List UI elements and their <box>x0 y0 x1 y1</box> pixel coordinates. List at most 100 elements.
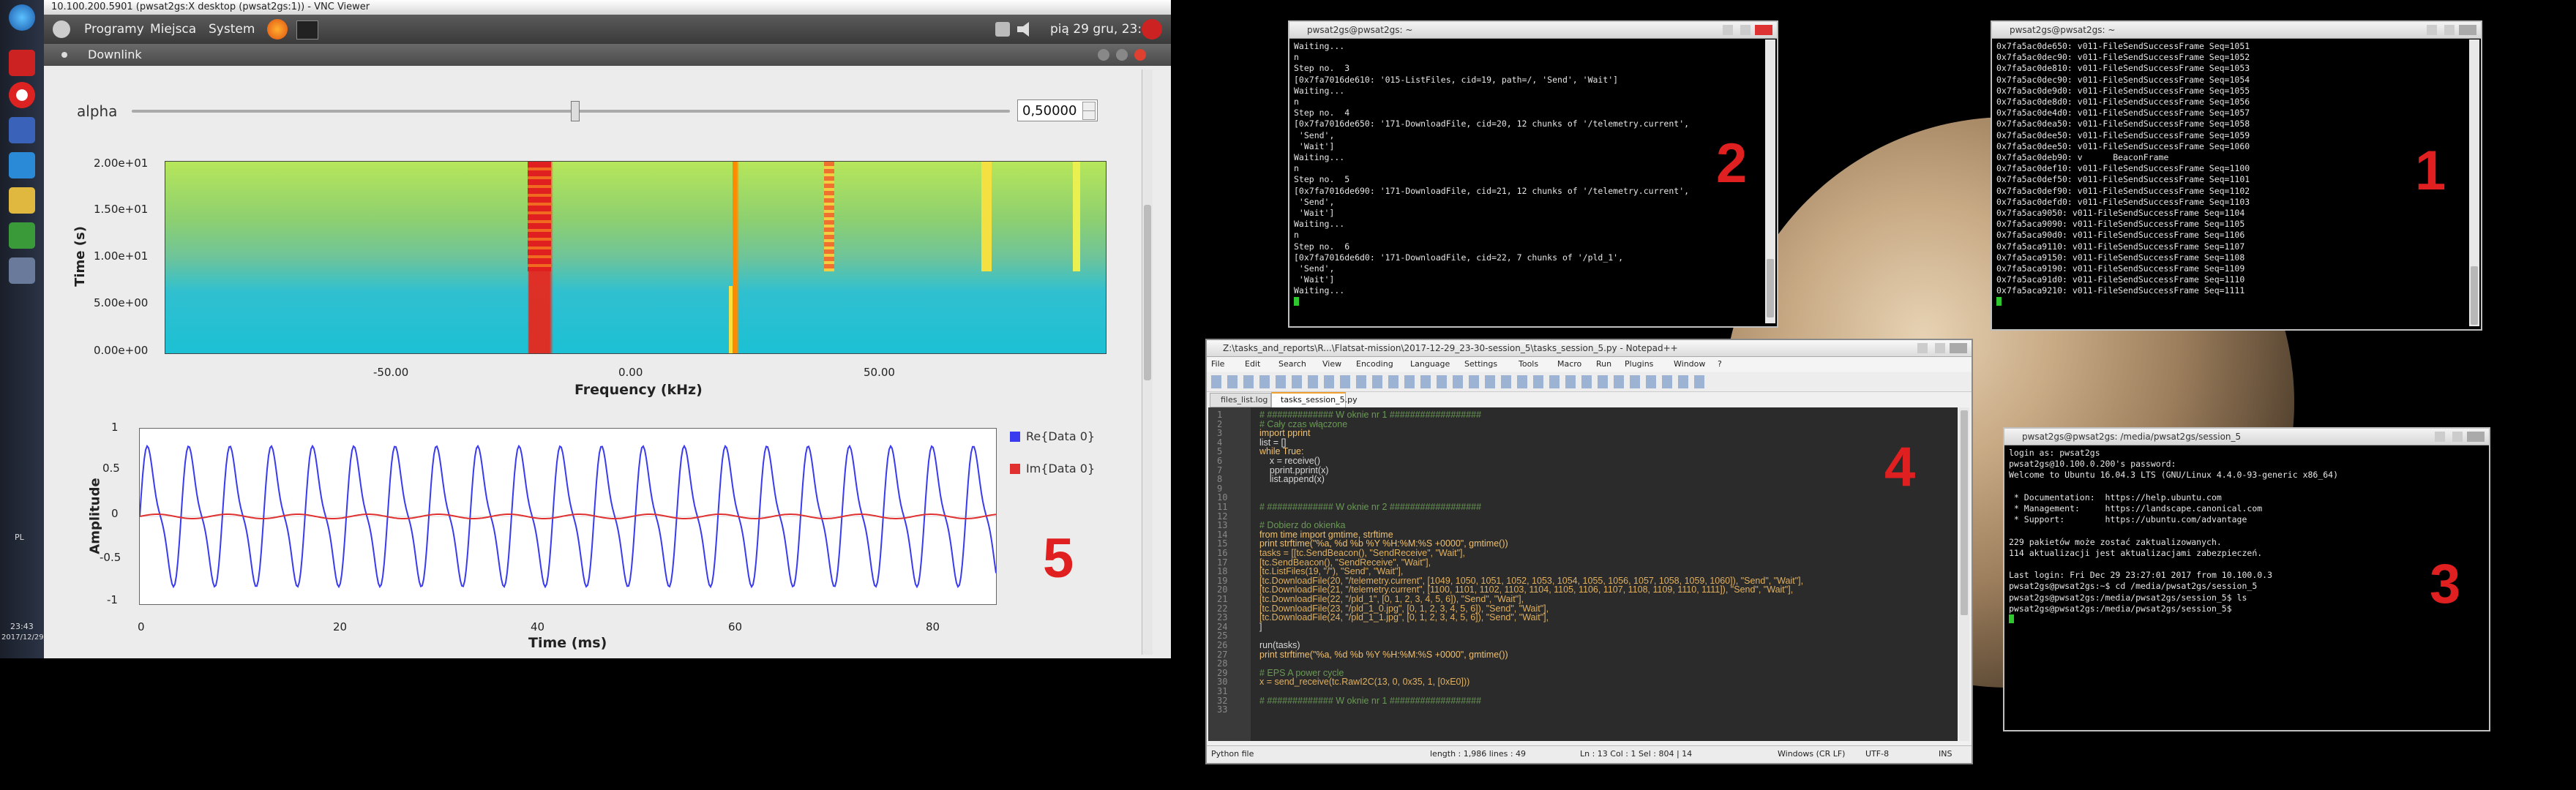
vnc-icon[interactable] <box>9 152 35 178</box>
editor-menu-plugins[interactable]: Plugins <box>1625 359 1653 369</box>
window-menu-icon[interactable] <box>61 52 67 58</box>
status-position: Ln : 13 Col : 1 Sel : 804 | 14 <box>1580 749 1693 759</box>
downlink-titlebar: Downlink <box>44 44 1171 66</box>
firefox-icon[interactable] <box>267 19 288 40</box>
menu-programy[interactable]: Programy <box>84 22 144 37</box>
minimize-icon[interactable] <box>2435 432 2445 442</box>
power-icon[interactable] <box>1142 19 1162 40</box>
legend-swatch-re <box>1010 432 1020 442</box>
terminal-line: 0x7fa5ac0de8d0: v011-FileSendSuccessFram… <box>1996 97 2250 108</box>
terminal-2-scroll-thumb[interactable] <box>1767 259 1774 317</box>
network-app-icon[interactable] <box>9 117 35 143</box>
menu-miejsca[interactable]: Miejsca <box>150 22 196 37</box>
wave-xtick: 80 <box>926 620 940 633</box>
code-line: # Cały czas włączone <box>1259 418 1348 429</box>
spreadsheet-icon[interactable] <box>9 222 35 249</box>
minimize-icon[interactable] <box>2427 25 2437 35</box>
opera-icon[interactable] <box>9 82 35 108</box>
gnome-foot-icon[interactable] <box>53 20 70 38</box>
downlink-scrollbar[interactable] <box>1142 69 1153 655</box>
downlink-scroll-thumb[interactable] <box>1144 205 1151 380</box>
terminal-1-scroll-thumb[interactable] <box>2471 266 2478 325</box>
terminal-line: Waiting... <box>1294 219 1345 230</box>
editor-menu-window[interactable]: Window <box>1674 359 1705 369</box>
editor-menu-view[interactable]: View <box>1322 359 1341 369</box>
code-lines: 1 # ############# W oknie nr 1 ##########… <box>1208 410 1958 740</box>
folder-icon[interactable] <box>9 187 35 214</box>
editor-menu-tools[interactable]: Tools <box>1519 359 1538 369</box>
legend-swatch-im <box>1010 464 1020 474</box>
alpha-spinbox[interactable]: 0,50000 <box>1017 99 1098 121</box>
editor-menu-file[interactable]: File <box>1211 359 1224 369</box>
terminal-window-1[interactable]: pwsat2gs@pwsat2gs: ~ 0x7fa5ac0de650: v01… <box>1991 20 2482 331</box>
terminal-1-scrollbar[interactable] <box>2469 40 2479 326</box>
minimize-icon[interactable] <box>1098 49 1109 61</box>
terminal-window-2[interactable]: pwsat2gs@pwsat2gs: ~ Waiting... n Step no.… <box>1288 20 1778 328</box>
legend-label-im: Im{Data 0} <box>1026 462 1096 475</box>
terminal-2-output[interactable]: Waiting... n Step no. 3 [0x7fa7016de610: '0… <box>1294 41 1762 323</box>
maximize-icon[interactable] <box>2444 25 2455 35</box>
editor-menu-[interactable]: ? <box>1718 359 1722 369</box>
editor-menu-settings[interactable]: Settings <box>1464 359 1497 369</box>
waveform-plot[interactable] <box>139 428 997 605</box>
notepadpp-window[interactable]: Z:\tasks_and_reports\R...\Flatsat-missio… <box>1205 339 1973 764</box>
maximize-icon[interactable] <box>1935 343 1945 353</box>
close-icon[interactable] <box>2467 432 2485 442</box>
terminal-line: [0x7fa7016de650: '171-DownloadFile, cid=… <box>1294 118 1690 129</box>
taskbar-time[interactable]: 23:43 <box>10 622 34 631</box>
close-icon[interactable] <box>1755 25 1772 35</box>
terminal-launcher-icon[interactable] <box>296 20 318 40</box>
alpha-slider-handle[interactable] <box>571 101 580 121</box>
maximize-icon[interactable] <box>1740 25 1751 35</box>
terminal-cursor <box>1294 296 1299 306</box>
close-icon[interactable] <box>2459 25 2476 35</box>
spin-down-icon[interactable] <box>1082 110 1096 120</box>
language-indicator[interactable]: PL <box>15 533 24 542</box>
editor-menu-run[interactable]: Run <box>1596 359 1611 369</box>
minimize-icon[interactable] <box>1917 343 1928 353</box>
wave-xtick: 60 <box>728 620 743 633</box>
editor-tab-files-list[interactable]: files_list.log <box>1210 393 1271 407</box>
terminal-line: Last login: Fri Dec 29 23:27:01 2017 fro… <box>2009 570 2273 581</box>
close-icon[interactable] <box>1134 49 1146 61</box>
app-x-icon[interactable] <box>9 50 35 76</box>
terminal-1-output[interactable]: 0x7fa5ac0de650: v011-FileSendSuccessFram… <box>1996 41 2466 326</box>
editor-scrollbar[interactable] <box>1959 407 1969 741</box>
network-status-icon[interactable] <box>995 22 1010 37</box>
editor-tab-tasks[interactable]: tasks_session_5.py <box>1271 392 1358 409</box>
toolbar-icons[interactable] <box>1211 375 1709 388</box>
tool-icon[interactable] <box>9 257 35 284</box>
editor-menu-encoding[interactable]: Encoding <box>1356 359 1393 369</box>
line-number: 20 <box>1217 584 1228 595</box>
editor-menu-language[interactable]: Language <box>1410 359 1450 369</box>
line-number: 5 <box>1217 446 1223 457</box>
spectrogram-plot[interactable] <box>165 161 1107 354</box>
terminal-cursor <box>1996 296 2002 306</box>
start-orb-icon[interactable] <box>9 4 35 31</box>
editor-menu-macro[interactable]: Macro <box>1557 359 1581 369</box>
maximize-icon[interactable] <box>1116 49 1128 61</box>
line-number: 24 <box>1217 621 1228 632</box>
signal-band-edge <box>1073 162 1080 271</box>
maximize-icon[interactable] <box>2452 432 2463 442</box>
waveform-svg <box>139 444 997 589</box>
alpha-value: 0,50000 <box>1022 103 1077 118</box>
terminal-window-3[interactable]: pwsat2gs@pwsat2gs: /media/pwsat2gs/sessi… <box>2003 427 2490 731</box>
editor-menu-edit[interactable]: Edit <box>1245 359 1260 369</box>
volume-icon[interactable] <box>1017 22 1029 37</box>
editor-menu-search[interactable]: Search <box>1278 359 1306 369</box>
menu-system[interactable]: System <box>209 22 255 37</box>
windows-taskbar: PL 23:43 2017/12/29 <box>0 0 44 658</box>
code-line: [tc.DownloadFile(22, "/pld_1", [0, 1, 2,… <box>1259 594 1524 604</box>
terminal-3-output[interactable]: login as: pwsat2gs pwsat2gs@10.100.0.200'… <box>2009 448 2474 727</box>
code-line: while True: <box>1259 446 1304 457</box>
line-number: 28 <box>1217 658 1228 669</box>
editor-scroll-thumb[interactable] <box>1961 410 1968 615</box>
minimize-icon[interactable] <box>1723 25 1733 35</box>
terminal-2-scrollbar[interactable] <box>1765 40 1775 323</box>
taskbar-date[interactable]: 2017/12/29 <box>1 633 44 642</box>
terminal-line: pwsat2gs@pwsat2gs:~$ cd /media/pwsat2gs/… <box>2009 581 2258 592</box>
code-line: [tc.DownloadFile(21, "/telemetry.current… <box>1259 584 1794 595</box>
close-icon[interactable] <box>1950 343 1967 353</box>
editor-code-area[interactable]: 1 # ############# W oknie nr 1 ##########… <box>1208 407 1958 741</box>
